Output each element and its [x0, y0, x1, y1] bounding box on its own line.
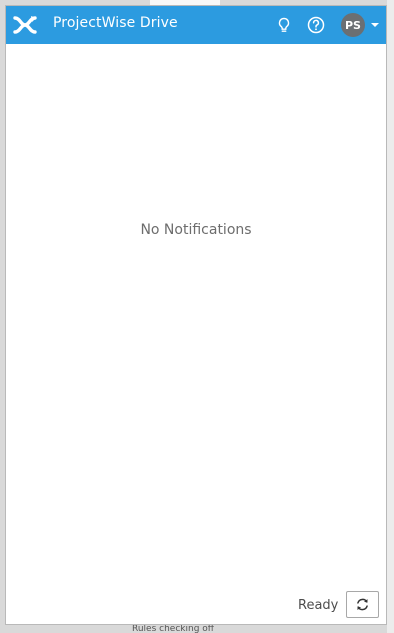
- background-window-right: [387, 0, 394, 633]
- status-text: Ready: [298, 598, 339, 613]
- projectwise-drive-panel: ProjectWise Drive PS No Notifications Re…: [5, 5, 387, 625]
- empty-notifications-message: No Notifications: [140, 222, 252, 238]
- projectwise-logo-icon: [13, 16, 37, 34]
- app-title: ProjectWise Drive: [53, 15, 178, 31]
- chevron-down-icon[interactable]: [371, 23, 379, 27]
- refresh-icon: [357, 598, 368, 611]
- app-header: ProjectWise Drive PS: [6, 6, 386, 44]
- background-status-text: Rules checking off: [132, 624, 214, 633]
- avatar[interactable]: PS: [341, 13, 365, 37]
- refresh-button[interactable]: [346, 591, 379, 618]
- lightbulb-icon[interactable]: [274, 15, 294, 35]
- help-icon[interactable]: [306, 15, 326, 35]
